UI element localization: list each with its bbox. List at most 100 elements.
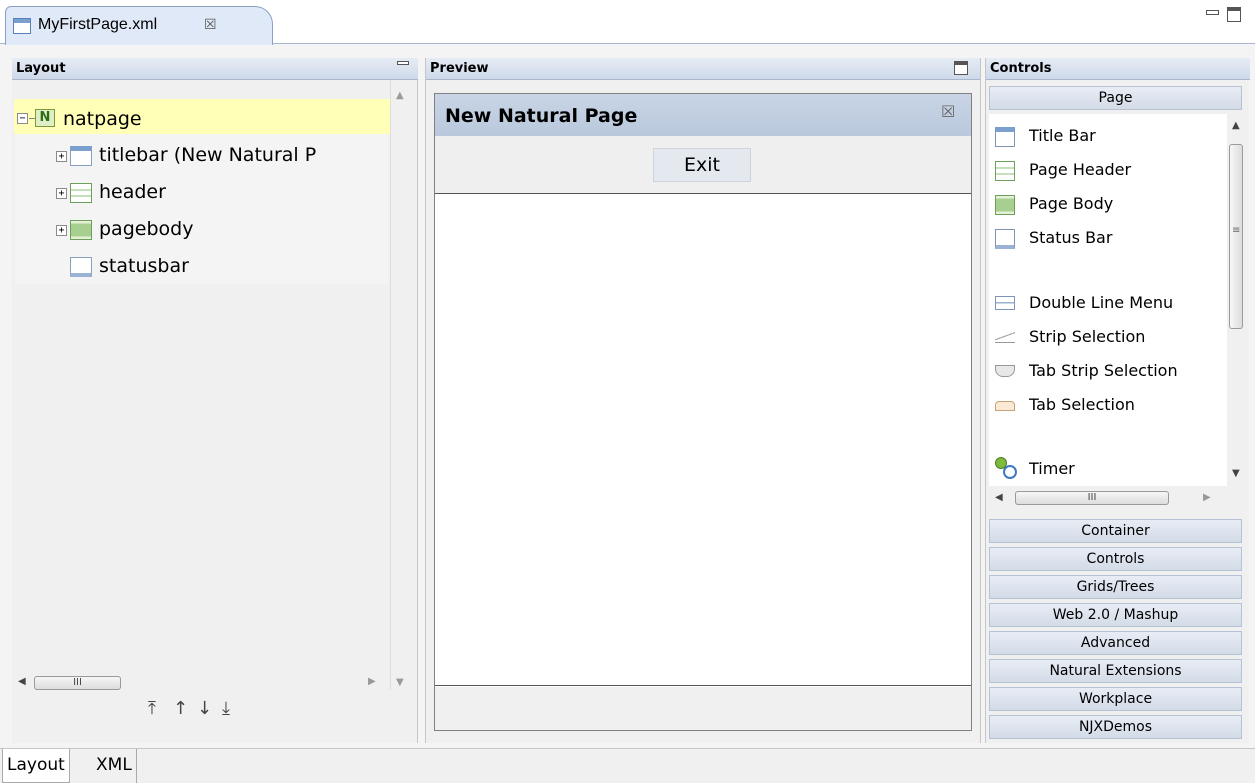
control-tab-selection[interactable]: Tab Selection: [995, 393, 1225, 419]
natural-page-icon: N: [35, 109, 55, 127]
minimize-icon[interactable]: [1204, 6, 1220, 16]
strip-selection-icon: [995, 331, 1015, 343]
editor-tab[interactable]: MyFirstPage.xml ☒: [5, 6, 273, 45]
category-web-mashup[interactable]: Web 2.0 / Mashup: [989, 603, 1242, 627]
move-up-icon[interactable]: ↑: [173, 698, 188, 719]
scroll-down-arrow-icon[interactable]: ▼: [396, 677, 404, 688]
scroll-up-arrow-icon[interactable]: ▲: [1232, 120, 1240, 131]
layout-panel-header: Layout: [12, 58, 418, 80]
scroll-up-arrow-icon[interactable]: ▲: [396, 90, 404, 101]
page-title: New Natural Page: [445, 105, 638, 127]
collapse-icon[interactable]: −: [17, 113, 28, 124]
category-natural-extensions[interactable]: Natural Extensions: [989, 659, 1242, 683]
layout-panel-title: Layout: [16, 61, 66, 76]
control-label: Tab Strip Selection: [1029, 361, 1178, 380]
titlebar-icon: [70, 146, 92, 166]
page-header-icon: [995, 161, 1015, 181]
category-page[interactable]: Page: [989, 86, 1242, 110]
page-body: [435, 195, 971, 686]
controls-panel-title: Controls: [990, 61, 1052, 76]
controls-panel: Controls Page Title Bar Page Header Page…: [985, 58, 1250, 743]
tree-node-label: natpage: [63, 108, 142, 130]
tree-node-label: statusbar: [99, 255, 189, 277]
editor-page-tabs: Layout XML: [0, 748, 1255, 783]
exit-button[interactable]: Exit: [653, 148, 751, 182]
tree-node-header[interactable]: + header: [56, 181, 396, 207]
expand-icon[interactable]: +: [56, 225, 67, 236]
scroll-right-arrow-icon[interactable]: ▶: [368, 676, 376, 687]
minimize-icon[interactable]: [395, 59, 411, 67]
page-body-icon: [995, 195, 1015, 215]
controls-horizontal-scrollbar[interactable]: ◀ III ▶: [989, 486, 1227, 512]
control-label: Timer: [1029, 459, 1075, 478]
controls-panel-header: Controls: [986, 58, 1250, 80]
expand-icon[interactable]: +: [56, 188, 67, 199]
expand-icon[interactable]: +: [56, 151, 67, 162]
control-timer[interactable]: Timer: [995, 457, 1225, 483]
category-workplace[interactable]: Workplace: [989, 687, 1242, 711]
tab-strip-selection-icon: [995, 365, 1015, 377]
statusbar-icon: [70, 257, 92, 277]
category-njxdemos[interactable]: NJXDemos: [989, 715, 1242, 739]
control-label: Tab Selection: [1029, 395, 1135, 414]
close-icon[interactable]: ☒: [204, 17, 217, 33]
maximize-icon[interactable]: [1227, 7, 1241, 22]
tab-layout[interactable]: Layout: [2, 749, 70, 783]
header-icon: [70, 183, 92, 203]
control-status-bar[interactable]: Status Bar: [995, 226, 1225, 252]
page-header: Exit: [435, 136, 971, 194]
natural-page-preview: New Natural Page ☒ Exit: [434, 93, 972, 731]
preview-panel-header: Preview: [426, 58, 980, 80]
control-tab-strip-selection[interactable]: Tab Strip Selection: [995, 359, 1225, 385]
status-bar-icon: [995, 229, 1015, 249]
tree-node-pagebody[interactable]: + pagebody: [56, 218, 396, 244]
editor-window: MyFirstPage.xml ☒ Layout − N natpage + t…: [0, 0, 1255, 783]
control-double-line-menu[interactable]: Double Line Menu: [995, 291, 1225, 317]
close-icon[interactable]: ☒: [941, 102, 955, 121]
xml-file-icon: [13, 18, 31, 34]
move-to-top-icon[interactable]: ⤒: [148, 698, 156, 719]
control-label: Title Bar: [1029, 126, 1096, 145]
move-to-bottom-icon[interactable]: ⤓: [222, 698, 230, 719]
status-bar: [435, 687, 971, 730]
category-grids-trees[interactable]: Grids/Trees: [989, 575, 1242, 599]
tree-node-label: pagebody: [99, 218, 194, 240]
double-line-menu-icon: [995, 296, 1015, 310]
category-container[interactable]: Container: [989, 519, 1242, 543]
control-strip-selection[interactable]: Strip Selection: [995, 325, 1225, 351]
scroll-thumb[interactable]: ≡: [1229, 144, 1243, 329]
scroll-thumb[interactable]: III: [34, 676, 121, 690]
control-label: Double Line Menu: [1029, 293, 1174, 312]
editor-tab-row: MyFirstPage.xml ☒: [0, 0, 1255, 45]
tree-node-statusbar[interactable]: statusbar: [56, 255, 396, 281]
tree-horizontal-scrollbar[interactable]: ◀ III ▶: [12, 674, 388, 692]
control-label: Page Body: [1029, 194, 1114, 213]
tree-node-natpage[interactable]: − N natpage: [17, 108, 387, 134]
category-advanced[interactable]: Advanced: [989, 631, 1242, 655]
editor-tab-label: MyFirstPage.xml: [38, 16, 158, 33]
scroll-right-arrow-icon[interactable]: ▶: [1203, 492, 1211, 503]
controls-list: Title Bar Page Header Page Body Status B…: [989, 114, 1227, 486]
control-title-bar[interactable]: Title Bar: [995, 124, 1225, 150]
category-controls[interactable]: Controls: [989, 547, 1242, 571]
tree-vertical-scrollbar[interactable]: ▲ ▼: [390, 80, 410, 690]
scroll-down-arrow-icon[interactable]: ▼: [1232, 468, 1240, 479]
control-label: Status Bar: [1029, 228, 1113, 247]
controls-vertical-scrollbar[interactable]: ▲ ≡ ▼: [1227, 114, 1245, 486]
scroll-thumb[interactable]: III: [1015, 491, 1169, 505]
page-title-bar: New Natural Page ☒: [435, 94, 971, 136]
titlebar-icon: [995, 127, 1015, 147]
move-down-icon[interactable]: ↓: [197, 698, 212, 719]
scroll-left-arrow-icon[interactable]: ◀: [995, 492, 1003, 503]
grip-icon: ≡: [1232, 225, 1241, 236]
scroll-left-arrow-icon[interactable]: ◀: [18, 676, 26, 687]
preview-panel-title: Preview: [430, 61, 489, 76]
control-page-header[interactable]: Page Header: [995, 158, 1225, 184]
control-page-body[interactable]: Page Body: [995, 192, 1225, 218]
tree-node-titlebar[interactable]: + titlebar (New Natural P: [56, 144, 396, 170]
preview-panel: Preview New Natural Page ☒ Exit: [425, 58, 981, 743]
maximize-icon[interactable]: [954, 61, 968, 75]
control-label: Strip Selection: [1029, 327, 1146, 346]
tab-xml[interactable]: XML: [92, 749, 137, 783]
layout-panel: Layout − N natpage + titlebar (New Natur…: [12, 58, 418, 743]
